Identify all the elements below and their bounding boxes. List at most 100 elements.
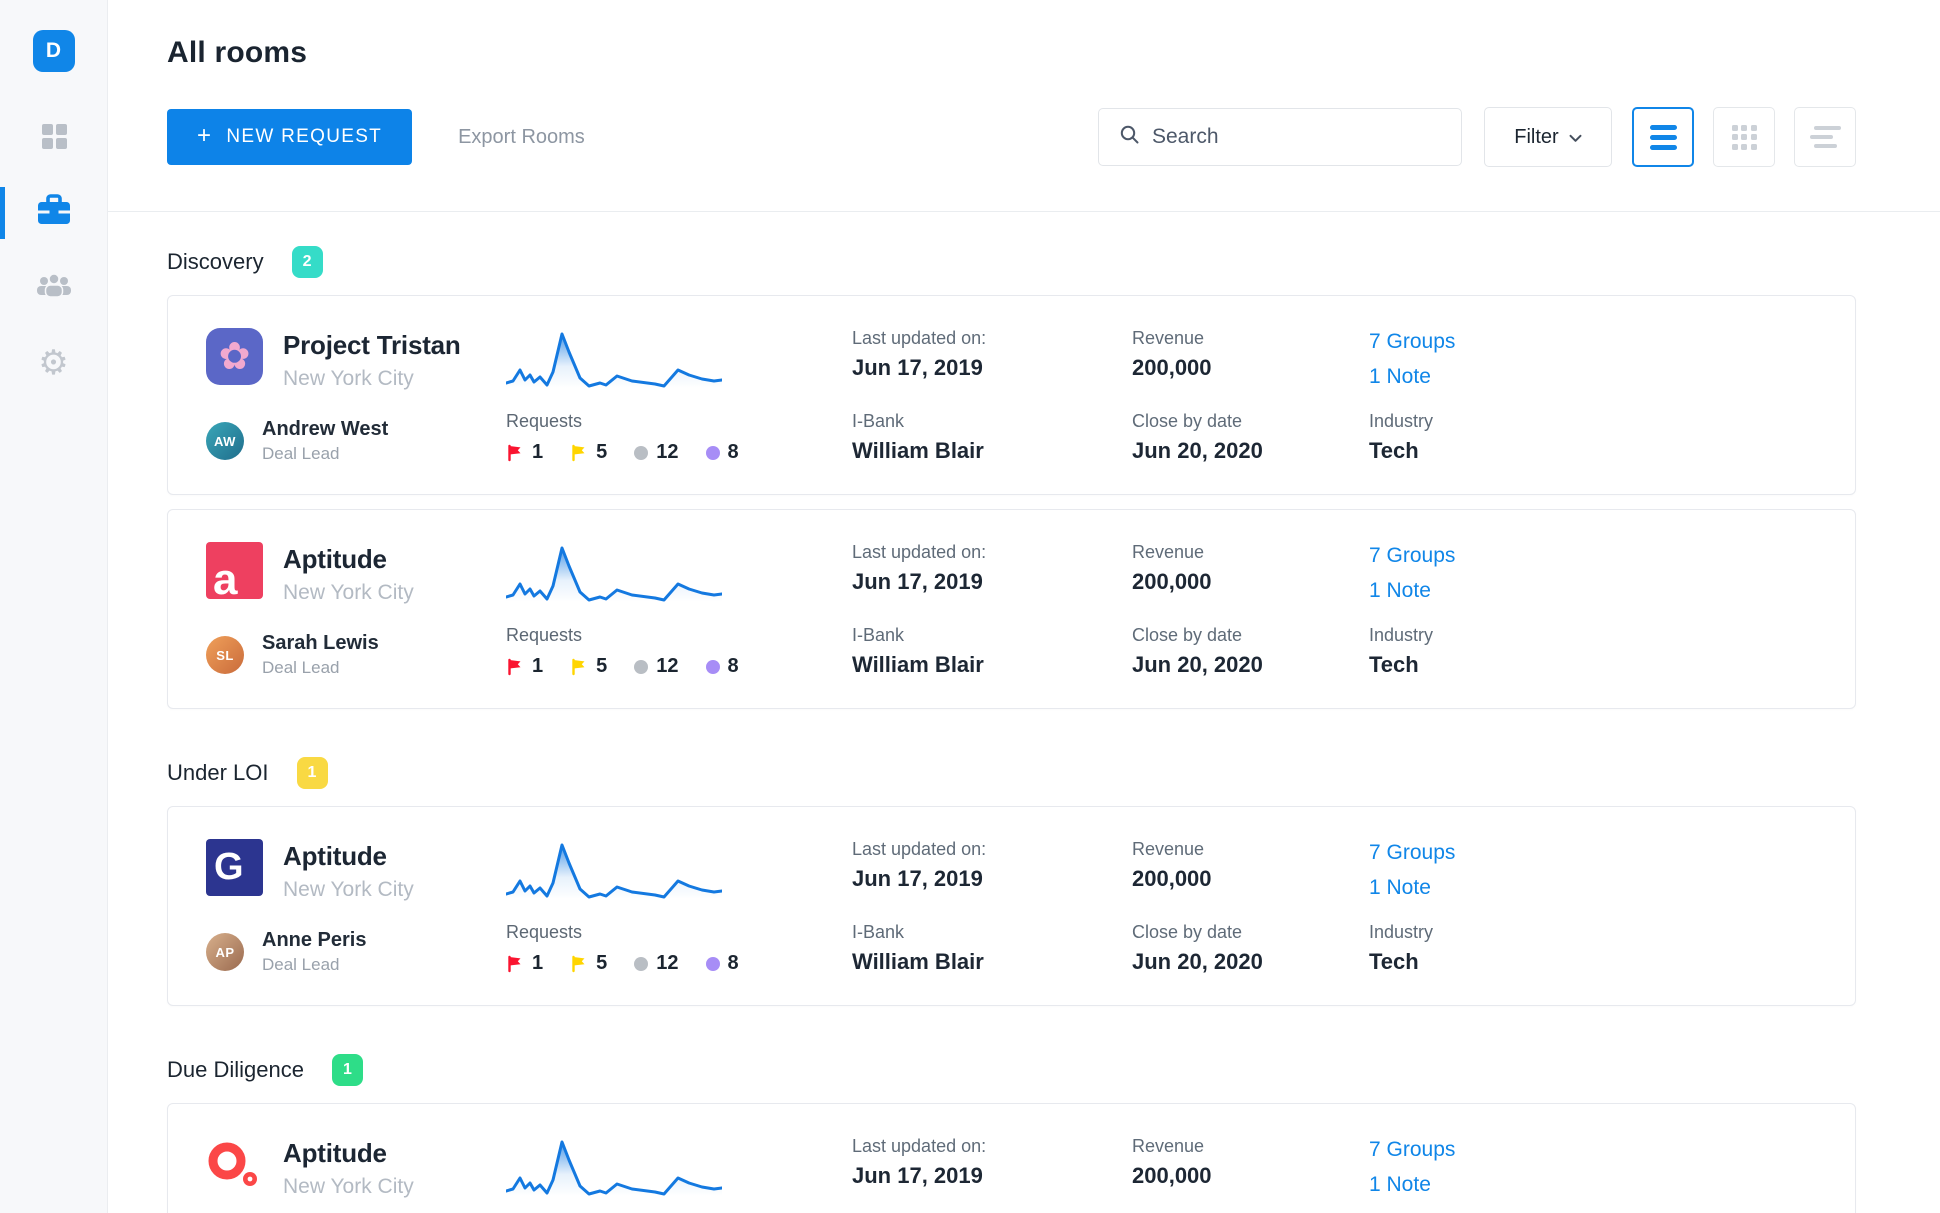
page-title: All rooms: [167, 36, 1856, 70]
letter-logo-icon: a: [213, 555, 237, 599]
last-updated-value: Jun 17, 2019: [852, 1163, 1132, 1189]
last-updated-label: Last updated on:: [852, 839, 1132, 860]
ring-logo-icon: [206, 1136, 263, 1193]
filter-button[interactable]: Filter: [1484, 107, 1612, 167]
section-count-badge: 1: [297, 757, 328, 789]
yellow-flag-count: 5: [570, 952, 607, 975]
purple-dot-icon: [706, 446, 720, 460]
deal-lead-name: Sarah Lewis: [262, 632, 379, 655]
section-rooms: Aptitude New York City AP Anne Peris Dea…: [167, 1103, 1856, 1213]
flower-logo-icon: ✿: [219, 334, 251, 379]
dashboard-grid-icon: [39, 121, 69, 156]
activity-sparkline-chart: [506, 326, 722, 388]
settings-gear-icon: ⚙: [38, 346, 68, 380]
revenue-value: 200,000: [1132, 1163, 1369, 1189]
purple-dot-count: 8: [706, 655, 739, 678]
export-rooms-link[interactable]: Export Rooms: [458, 126, 585, 149]
gray-dot-count: 12: [634, 655, 678, 678]
section-title: Due Diligence: [167, 1057, 304, 1083]
activity-sparkline-chart: [506, 837, 722, 899]
section-rooms: ✿ Project Tristan New York City AW Andre…: [167, 295, 1856, 709]
gray-dot-icon: [634, 660, 648, 674]
sidebar-item-rooms[interactable]: [0, 189, 107, 237]
sidebar-item-settings[interactable]: ⚙: [0, 339, 107, 387]
list-view-icon: [1650, 125, 1677, 150]
search-input[interactable]: [1152, 125, 1445, 149]
industry-value: Tech: [1369, 949, 1819, 975]
industry-label: Industry: [1369, 922, 1819, 943]
red-flag-count: 1: [506, 655, 543, 678]
room-card[interactable]: a Aptitude New York City SL Sarah Lewis …: [167, 509, 1856, 709]
last-updated-value: Jun 17, 2019: [852, 355, 1132, 381]
note-link[interactable]: 1 Note: [1369, 579, 1819, 603]
deal-lead-role: Deal Lead: [262, 955, 366, 975]
last-updated-label: Last updated on:: [852, 542, 1132, 563]
app-root: D: [0, 0, 1940, 1213]
groups-link[interactable]: 7 Groups: [1369, 330, 1819, 354]
search-box: [1098, 108, 1462, 166]
chevron-down-icon: [1569, 126, 1582, 149]
briefcase-rooms-icon: [36, 194, 72, 233]
plus-icon: +: [197, 122, 212, 150]
sidebar: D: [0, 0, 108, 1213]
app-logo[interactable]: D: [33, 30, 75, 72]
ibank-value: William Blair: [852, 438, 1132, 464]
industry-value: Tech: [1369, 652, 1819, 678]
close-by-date-value: Jun 20, 2020: [1132, 949, 1369, 975]
red-flag-count: 1: [506, 952, 543, 975]
list-view-button[interactable]: [1632, 107, 1694, 167]
grid-view-button[interactable]: [1713, 107, 1775, 167]
sidebar-item-people[interactable]: [0, 264, 107, 312]
ibank-label: I-Bank: [852, 411, 1132, 432]
pipeline-section: Due Diligence 1 Aptitude New York City A…: [167, 1054, 1856, 1213]
close-by-date-value: Jun 20, 2020: [1132, 652, 1369, 678]
yellow-flag-count: 5: [570, 441, 607, 464]
groups-link[interactable]: 7 Groups: [1369, 841, 1819, 865]
flag-icon: [506, 658, 524, 676]
room-city: New York City: [283, 581, 414, 605]
ibank-label: I-Bank: [852, 625, 1132, 646]
section-header: Under LOI 1: [167, 757, 1856, 789]
close-by-date-label: Close by date: [1132, 411, 1369, 432]
deal-lead-avatar: AW: [206, 422, 244, 460]
yellow-flag-count: 5: [570, 655, 607, 678]
section-header: Discovery 2: [167, 246, 1856, 278]
groups-link[interactable]: 7 Groups: [1369, 1138, 1819, 1162]
industry-value: Tech: [1369, 438, 1819, 464]
room-card[interactable]: Aptitude New York City AP Anne Peris Dea…: [167, 1103, 1856, 1213]
room-logo: [206, 1136, 263, 1193]
new-request-button[interactable]: + NEW REQUEST: [167, 109, 412, 165]
room-name: Project Tristan: [283, 330, 461, 361]
letter-logo-icon: G: [214, 846, 244, 889]
purple-dot-count: 8: [706, 952, 739, 975]
deal-lead-role: Deal Lead: [262, 444, 388, 464]
compact-view-button[interactable]: [1794, 107, 1856, 167]
revenue-value: 200,000: [1132, 569, 1369, 595]
pipeline-section: Discovery 2 ✿ Project Tristan New York C…: [167, 246, 1856, 709]
close-by-date-label: Close by date: [1132, 922, 1369, 943]
note-link[interactable]: 1 Note: [1369, 876, 1819, 900]
note-link[interactable]: 1 Note: [1369, 1173, 1819, 1197]
requests-label: Requests: [506, 625, 852, 646]
last-updated-value: Jun 17, 2019: [852, 569, 1132, 595]
gray-dot-icon: [634, 446, 648, 460]
rooms-sections: Discovery 2 ✿ Project Tristan New York C…: [108, 212, 1940, 1213]
request-status-counts: 15128: [506, 441, 852, 464]
industry-label: Industry: [1369, 625, 1819, 646]
room-card[interactable]: G Aptitude New York City AP Anne Peris D…: [167, 806, 1856, 1006]
requests-label: Requests: [506, 411, 852, 432]
room-card[interactable]: ✿ Project Tristan New York City AW Andre…: [167, 295, 1856, 495]
note-link[interactable]: 1 Note: [1369, 365, 1819, 389]
section-count-badge: 1: [332, 1054, 363, 1086]
flag-icon: [570, 658, 588, 676]
room-logo: G: [206, 839, 263, 896]
groups-link[interactable]: 7 Groups: [1369, 544, 1819, 568]
sidebar-item-dashboard[interactable]: [0, 114, 107, 162]
red-flag-count: 1: [506, 441, 543, 464]
gray-dot-icon: [634, 957, 648, 971]
purple-dot-icon: [706, 660, 720, 674]
room-name: Aptitude: [283, 1138, 414, 1169]
room-logo: a: [206, 542, 263, 599]
ibank-value: William Blair: [852, 949, 1132, 975]
ibank-label: I-Bank: [852, 922, 1132, 943]
